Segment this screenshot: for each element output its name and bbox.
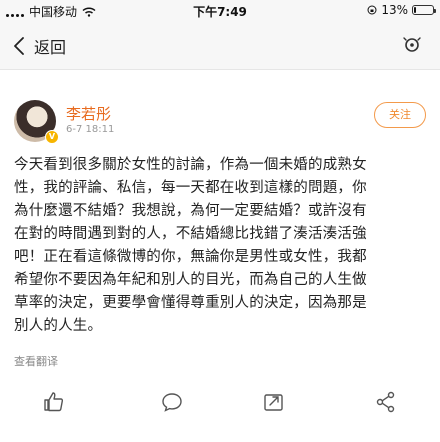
- comment-icon[interactable]: [160, 390, 184, 414]
- more-icon[interactable]: [402, 36, 426, 56]
- like-icon[interactable]: [42, 390, 66, 414]
- orientation-lock-icon: [367, 5, 377, 15]
- back-chevron-icon: [14, 37, 24, 55]
- repost-icon[interactable]: [262, 390, 286, 414]
- username[interactable]: 李若彤: [66, 103, 111, 124]
- post-line: 性，我的評論、私信，每一天都在收到這樣的問題，你: [14, 180, 367, 196]
- post-line: 希望你不要因為年紀和別人的目光，而為自己的人生做: [14, 272, 367, 288]
- post-line: 別人的人生。: [14, 318, 103, 334]
- action-bar: [0, 390, 440, 420]
- status-bar: 中国移动 下午7:49 13%: [0, 0, 440, 22]
- battery-level: [414, 7, 416, 13]
- follow-button[interactable]: 关注: [374, 102, 426, 128]
- translate-link[interactable]: 查看翻译: [14, 353, 58, 369]
- verified-badge: V: [45, 130, 59, 144]
- weibo-post: V 李若彤 6-7 18:11 关注 今天看到很多關於女性的討論，作為一個未婚的…: [0, 70, 440, 442]
- battery-icon: [412, 5, 436, 15]
- back-label: 返回: [34, 38, 67, 57]
- back-button[interactable]: 返回: [14, 34, 66, 58]
- post-body: 今天看到很多關於女性的討論，作為一個未婚的成熟女 性，我的評論、私信，每一天都在…: [14, 154, 428, 338]
- nav-bar: 返回: [0, 22, 440, 70]
- post-line: 在對的時間遇到對的人，不結婚總比找錯了湊活湊活強: [14, 226, 367, 242]
- post-line: 為什麼還不結婚？我想說，為何一定要結婚？或許沒有: [14, 203, 367, 219]
- post-timestamp: 6-7 18:11: [66, 124, 115, 135]
- status-right: 13%: [367, 3, 436, 17]
- post-line: 草率的決定，更要學會懂得尊重別人的決定，因為那是: [14, 295, 367, 311]
- post-line: 今天看到很多關於女性的討論，作為一個未婚的成熟女: [14, 157, 367, 173]
- post-line: 吧！正在看這條微博的你，無論你是男性或女性，我都: [14, 249, 367, 265]
- share-icon[interactable]: [374, 390, 398, 414]
- battery-percent: 13%: [381, 3, 408, 17]
